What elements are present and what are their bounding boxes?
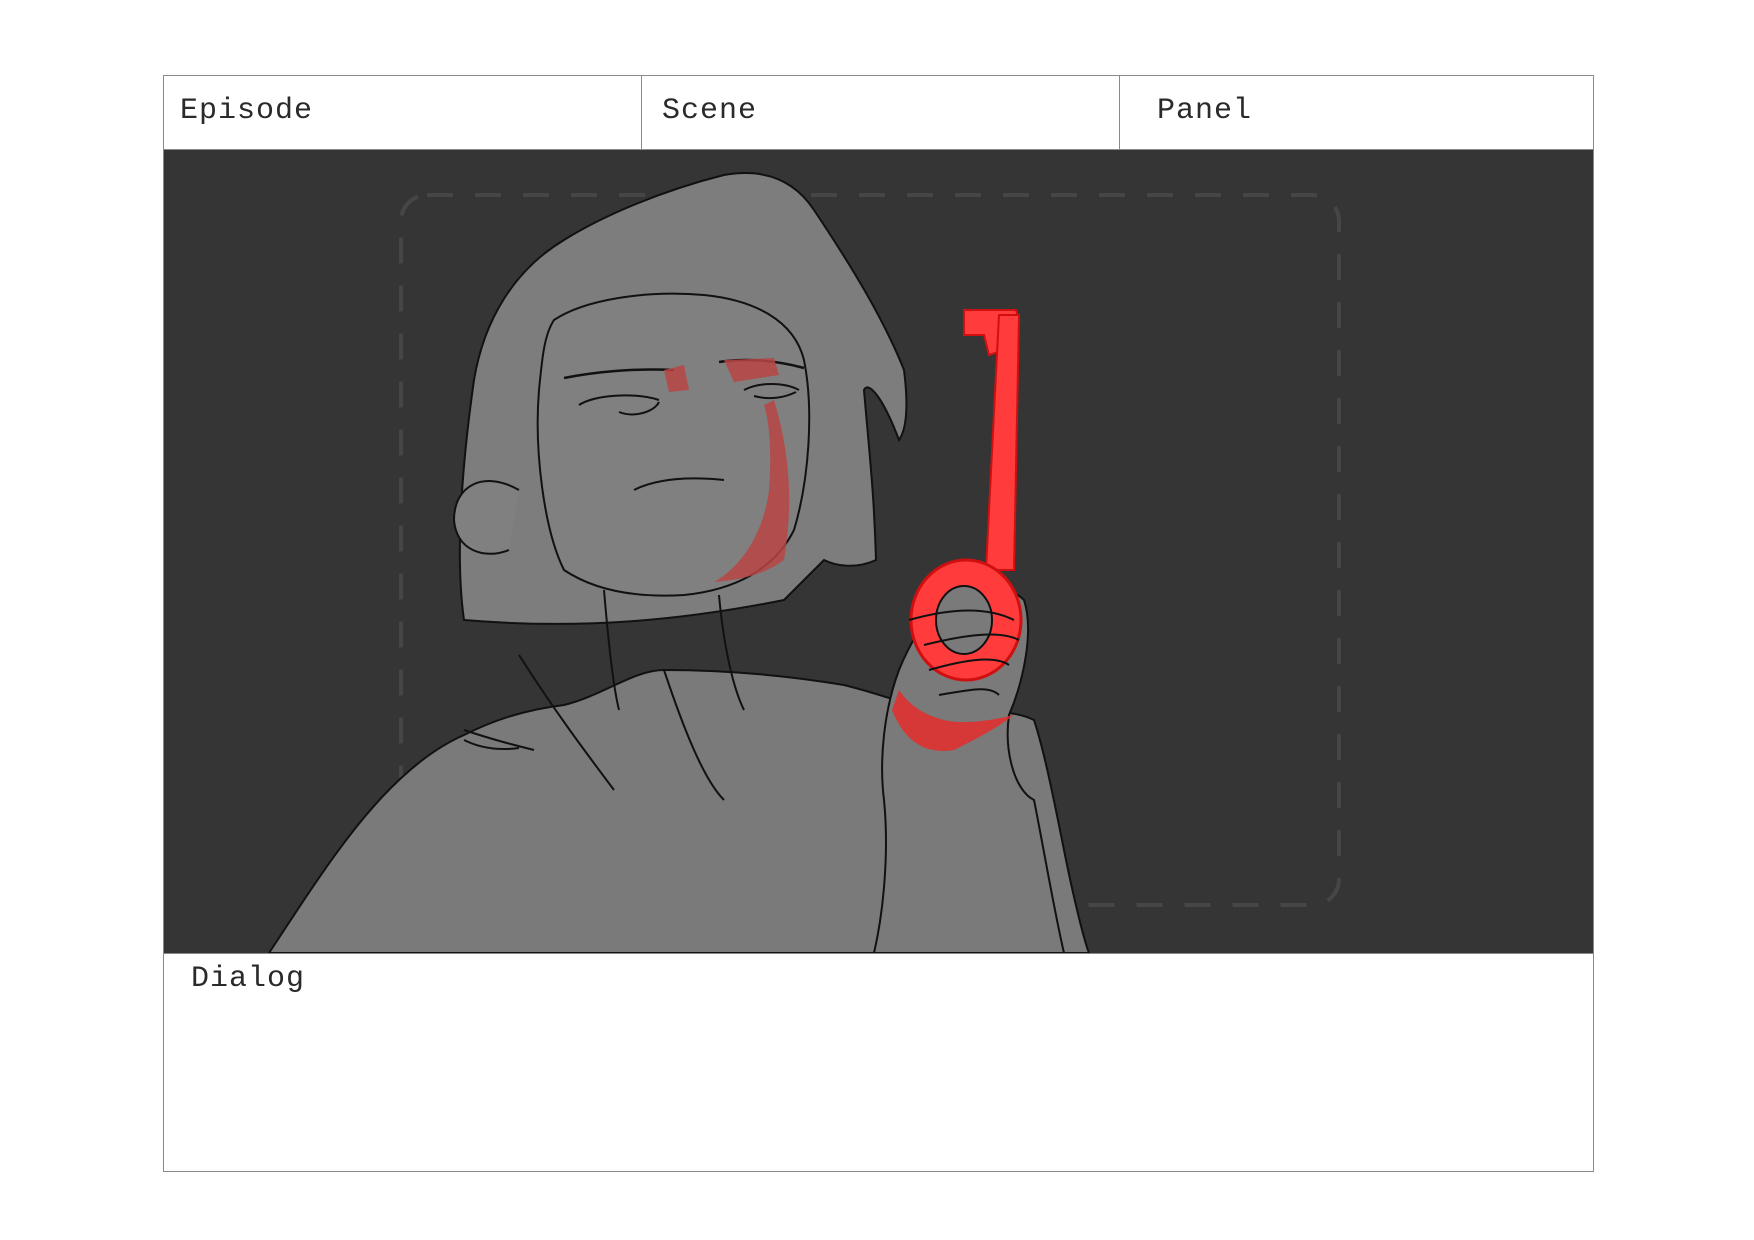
episode-field[interactable]: Episode: [164, 76, 642, 149]
figure-ear: [452, 480, 520, 555]
header-row: Episode Scene Panel: [164, 76, 1593, 150]
episode-label: Episode: [180, 94, 314, 128]
storyboard-sheet: Episode Scene Panel Dialog: [163, 75, 1594, 1172]
panel-sketch: [267, 172, 1341, 953]
panel-artwork-frame: [164, 150, 1593, 953]
panel-field[interactable]: Panel: [1120, 76, 1593, 149]
scene-field[interactable]: Scene: [642, 76, 1120, 149]
dialog-box[interactable]: Dialog: [164, 953, 1593, 1171]
dialog-label: Dialog: [191, 962, 306, 996]
key-illustration: [909, 309, 1023, 682]
panel-label: Panel: [1157, 94, 1253, 128]
scene-label: Scene: [662, 94, 758, 128]
key-bow-hole: [935, 585, 993, 655]
